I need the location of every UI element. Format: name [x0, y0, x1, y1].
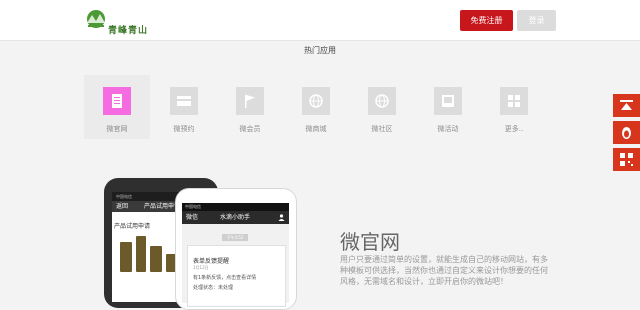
back-button: 微信	[186, 214, 199, 221]
product-bottle	[150, 246, 162, 272]
app-tile	[236, 87, 264, 115]
card-title: 表单反馈提醒	[193, 258, 230, 265]
app-item-member[interactable]: 微会员	[217, 75, 283, 139]
login-button[interactable]: 登录	[517, 10, 556, 31]
app-tile	[103, 87, 131, 115]
back-to-top-icon	[620, 100, 633, 110]
app-item-booking[interactable]: 微预约	[151, 75, 217, 139]
float-top-button[interactable]	[613, 94, 640, 117]
app-tile	[434, 87, 462, 115]
screen-icon	[442, 95, 454, 107]
card-description: 有1条新反馈，点击查看详情	[193, 275, 257, 281]
app-label: 更多..	[504, 125, 524, 133]
app-label: 微商城	[305, 125, 327, 133]
person-icon	[278, 214, 285, 221]
product-bottle	[120, 242, 132, 272]
feature-description: 用户只要通过简单的设置，就能生成自己的移动网站，有多种模板可供选择，当然你也通过…	[340, 255, 548, 286]
notification-card: 表单反馈提醒 3月12日 有1条新反馈，点击查看详情 处理状态：未处理	[187, 245, 286, 307]
app-label: 微社区	[371, 125, 393, 133]
flag-icon	[245, 95, 255, 108]
document-icon	[112, 94, 122, 108]
globe-icon	[309, 94, 323, 108]
status-bar: 中国电信	[182, 203, 289, 211]
section-title: 热门应用	[304, 46, 336, 55]
nav-title: 水滴小助手	[220, 214, 251, 221]
app-item-community[interactable]: 微社区	[349, 75, 415, 139]
app-label: 微预约	[173, 125, 195, 133]
grid-icon	[508, 95, 520, 107]
app-tile	[170, 87, 198, 115]
app-tile	[500, 87, 528, 115]
globe-icon	[375, 94, 389, 108]
logo-text: 青峰青山	[108, 26, 149, 36]
app-label: 微活动	[437, 125, 459, 133]
logo-icon	[87, 10, 105, 28]
card-date: 3月12日	[193, 265, 209, 270]
float-qq-button[interactable]	[613, 121, 640, 144]
register-button[interactable]: 免费注册	[460, 10, 513, 31]
app-item-more[interactable]: 更多..	[481, 75, 547, 139]
app-label: 微官网	[106, 125, 128, 133]
phone-front-screen: 中国电信 微信 水滴小助手 下午3:52 表单反馈提醒 3月12日 有1条新反馈…	[182, 203, 289, 307]
back-button: 返回	[116, 203, 129, 210]
product-bottle	[136, 236, 146, 272]
card-icon	[177, 96, 191, 106]
app-tile	[302, 87, 330, 115]
nav-bar: 微信 水滴小助手	[182, 211, 289, 224]
page-subtitle: 产品试用申请	[114, 223, 151, 230]
qrcode-icon	[620, 153, 633, 166]
float-qrcode-button[interactable]	[613, 148, 640, 171]
app-item-activity[interactable]: 微活动	[415, 75, 481, 139]
app-item-website[interactable]: 微官网	[84, 75, 150, 139]
penguin-icon	[622, 127, 631, 139]
feature-title: 微官网	[340, 230, 400, 254]
app-label: 微会员	[239, 125, 261, 133]
time-badge: 下午3:52	[222, 234, 248, 241]
header: 青峰青山 免费注册 登录	[0, 0, 640, 41]
app-item-mall[interactable]: 微商城	[283, 75, 349, 139]
app-tile	[368, 87, 396, 115]
card-status: 处理状态：未处理	[193, 285, 234, 291]
